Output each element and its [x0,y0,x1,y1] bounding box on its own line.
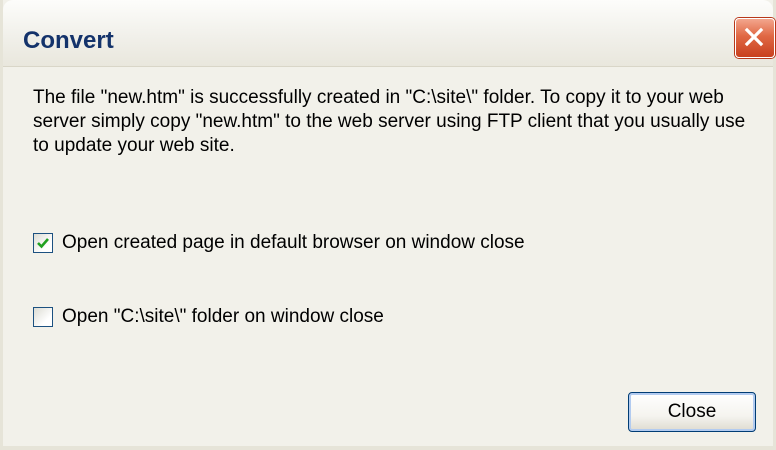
option-open-folder[interactable]: Open "C:\site\" folder on window close [33,306,384,328]
option-open-browser[interactable]: Open created page in default browser on … [33,232,525,254]
title-bar[interactable]: Convert [3,0,775,67]
open-folder-label[interactable]: Open "C:\site\" folder on window close [62,306,384,328]
window-title: Convert [23,27,114,54]
checkmark-icon [37,238,49,249]
open-browser-checkbox[interactable] [33,233,53,253]
window-bottom-border [3,446,773,450]
close-button[interactable]: Close [628,392,756,432]
open-browser-label[interactable]: Open created page in default browser on … [62,232,525,254]
convert-dialog: Convert The file "new.htm" is successful… [0,0,776,450]
message-text: The file "new.htm" is successfully creat… [33,87,746,156]
close-window-button[interactable] [735,18,775,58]
open-folder-checkbox[interactable] [33,307,53,327]
